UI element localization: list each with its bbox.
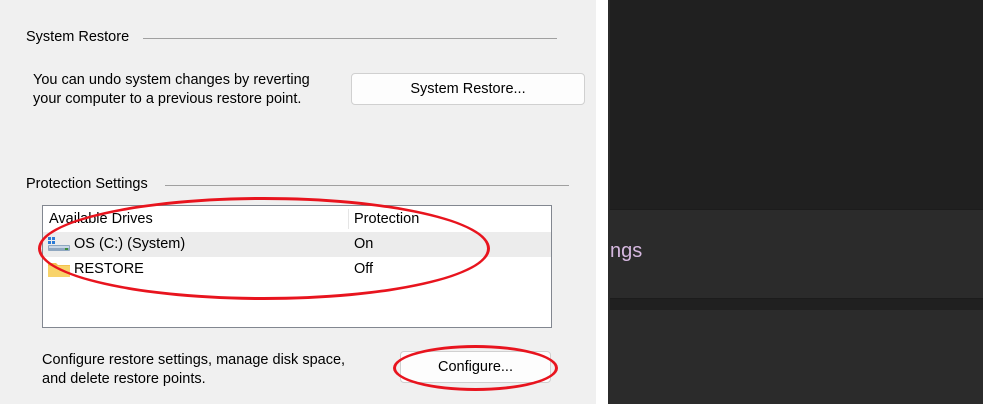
system-restore-description-line2: your computer to a previous restore poin… xyxy=(33,91,302,107)
configure-description-line1: Configure restore settings, manage disk … xyxy=(42,352,346,368)
background-settings-card[interactable]: ngs xyxy=(610,209,983,299)
folder-icon xyxy=(47,261,71,278)
window-separator xyxy=(608,0,610,404)
system-drive-icon xyxy=(47,236,71,253)
column-header-available-drives[interactable]: Available Drives xyxy=(43,206,348,232)
drive-protection-status: Off xyxy=(354,261,374,277)
system-restore-group-line xyxy=(143,38,557,39)
column-header-protection[interactable]: Protection xyxy=(348,206,551,232)
configure-description: Configure restore settings, manage disk … xyxy=(42,351,345,389)
system-restore-description-line1: You can undo system changes by reverting xyxy=(33,72,310,88)
background-settings-card-lower[interactable] xyxy=(610,310,983,404)
drive-name: RESTORE xyxy=(74,261,144,277)
background-settings-window: ngs xyxy=(610,0,983,404)
drive-protection-status: On xyxy=(354,236,374,252)
drive-row-restore[interactable]: RESTORE Off xyxy=(43,257,551,282)
configure-description-line2: and delete restore points. xyxy=(42,371,206,387)
drive-row-os-c[interactable]: OS (C:) (System) On xyxy=(43,232,551,257)
protection-settings-group-title: Protection Settings xyxy=(26,176,151,192)
system-protection-dialog: System Restore You can undo system chang… xyxy=(0,0,598,404)
system-restore-group-title: System Restore xyxy=(26,29,133,45)
background-card-label: ngs xyxy=(610,240,643,262)
system-restore-button[interactable]: System Restore... xyxy=(351,73,585,105)
system-restore-description: You can undo system changes by reverting… xyxy=(33,71,310,109)
drive-name: OS (C:) (System) xyxy=(74,236,186,252)
drives-list[interactable]: Available Drives Protection OS (C:) (Sys… xyxy=(42,205,552,328)
drives-list-header: Available Drives Protection xyxy=(43,206,551,232)
dialog-border xyxy=(596,0,608,404)
configure-button[interactable]: Configure... xyxy=(400,351,551,383)
protection-settings-group-line xyxy=(165,185,569,186)
